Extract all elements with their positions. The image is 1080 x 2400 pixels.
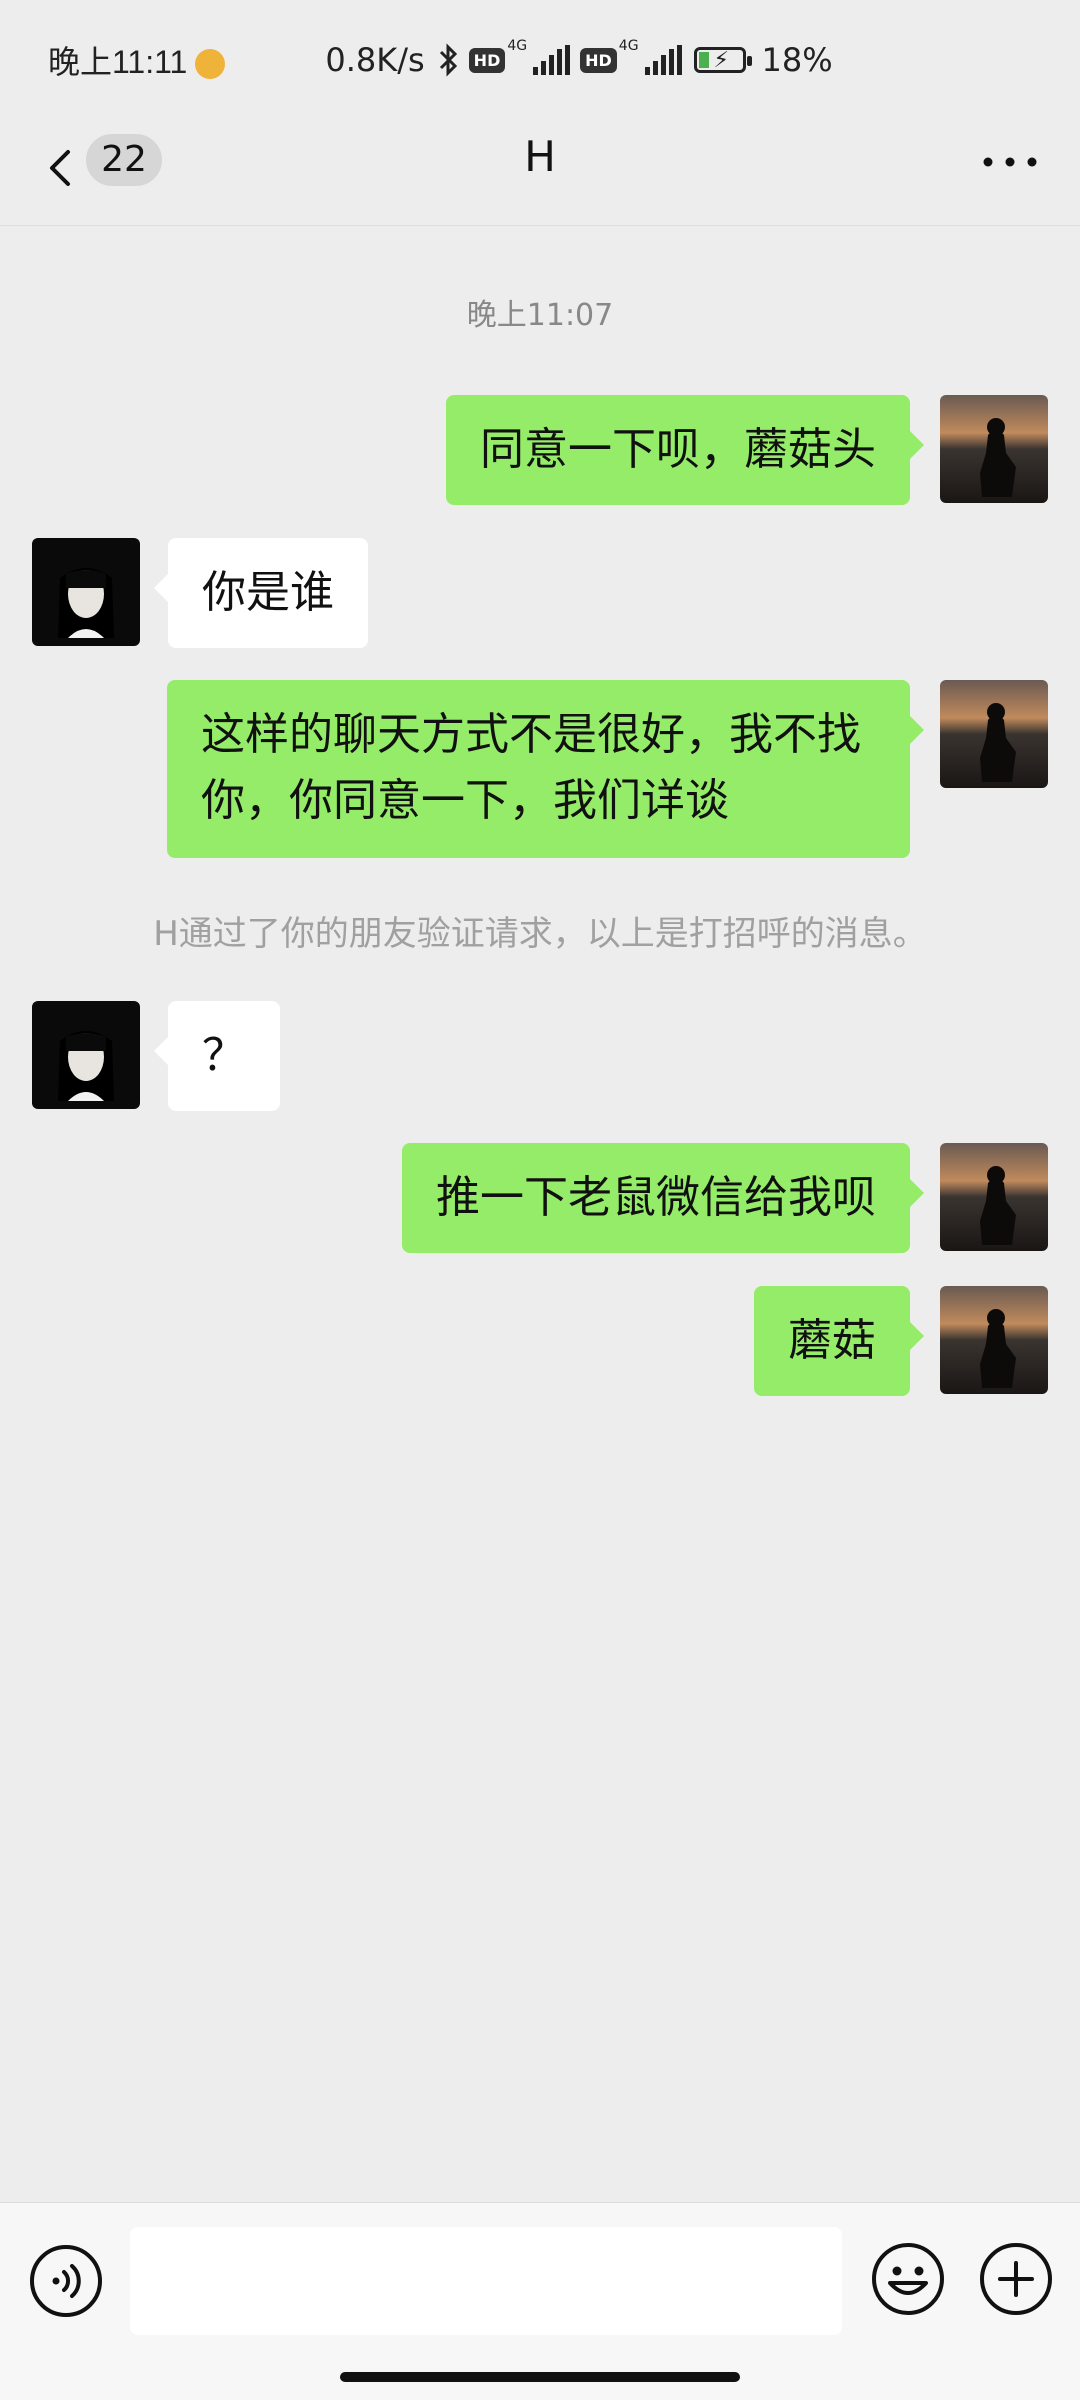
sim2-hd-badge: HD: [580, 47, 617, 73]
message-row: 同意一下呗，蘑菇头: [0, 395, 1080, 505]
chat-header: 22 H: [0, 120, 1080, 226]
my-message-bubble[interactable]: 蘑菇: [754, 1286, 924, 1396]
my-avatar[interactable]: [940, 680, 1048, 788]
my-message-bubble[interactable]: 同意一下呗，蘑菇头: [446, 395, 924, 505]
my-message-bubble[interactable]: 这样的聊天方式不是很好，我不找 你，你同意一下，我们详谈: [167, 680, 924, 858]
message-row: 推一下老鼠微信给我呗: [0, 1143, 1080, 1253]
signal-icon: [533, 45, 571, 75]
voice-icon[interactable]: [28, 2243, 104, 2319]
chat-title: H: [524, 132, 556, 181]
app-badge-icon: [195, 49, 226, 79]
contact-message-bubble[interactable]: ？: [154, 1001, 280, 1111]
my-avatar[interactable]: [940, 1286, 1048, 1394]
my-avatar[interactable]: [940, 395, 1048, 503]
sim1-hd-badge: HD: [468, 47, 506, 73]
message-row: 蘑菇: [0, 1286, 1080, 1396]
chat-timestamp: 晚上11:07: [466, 298, 614, 333]
sim1-network-type: 4G: [507, 38, 528, 54]
system-notice: H通过了你的朋友验证请求，以上是打招呼的消息。: [153, 914, 927, 954]
home-indicator[interactable]: [340, 2372, 740, 2382]
more-icon[interactable]: [980, 150, 1040, 174]
status-time: 晚上11:11: [48, 44, 188, 80]
bluetooth-icon: [437, 42, 459, 78]
my-avatar[interactable]: [940, 1143, 1048, 1251]
status-bar: 晚上11:11 0.8K/s HD 4G HD 4G ⚡ 18%: [0, 0, 1080, 120]
contact-message-bubble[interactable]: 你是谁: [154, 538, 368, 648]
message-row: 这样的聊天方式不是很好，我不找 你，你同意一下，我们详谈: [0, 680, 1080, 858]
network-speed: 0.8K/s: [325, 41, 425, 79]
input-bar: [0, 2202, 1080, 2400]
message-input[interactable]: [130, 2227, 842, 2335]
message-row: 你是谁: [0, 538, 1080, 648]
contact-avatar[interactable]: [32, 538, 140, 646]
signal-icon: [644, 45, 682, 75]
message-row: ？: [0, 1001, 1080, 1111]
plus-icon[interactable]: [978, 2241, 1054, 2317]
contact-avatar[interactable]: [32, 1001, 140, 1109]
battery-percent: 18%: [761, 41, 833, 79]
sim2-network-type: 4G: [618, 38, 639, 54]
emoji-icon[interactable]: [870, 2241, 946, 2317]
battery-charging-icon: ⚡: [693, 47, 752, 73]
my-message-bubble[interactable]: 推一下老鼠微信给我呗: [402, 1143, 924, 1253]
